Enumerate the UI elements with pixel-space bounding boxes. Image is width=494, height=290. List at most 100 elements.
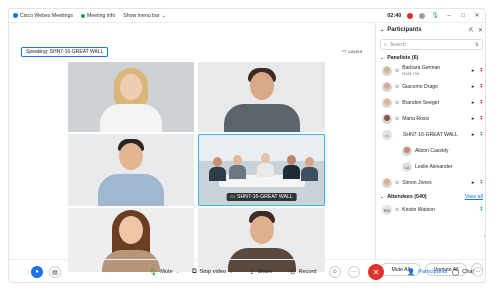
- video-tile[interactable]: [68, 62, 194, 132]
- chat-icon: ◯: [452, 269, 460, 276]
- device-icon: ▭: [230, 194, 236, 200]
- device-avatar-icon: ▭: [382, 130, 392, 140]
- chat-button[interactable]: ◯ Chat: [452, 266, 474, 278]
- room-person-1: [213, 157, 222, 167]
- webex-window: Cisco Webex Meetings Meeting info Show m…: [8, 8, 486, 283]
- meeting-controls-bar: ● ▤ 🎙 Mute ⌄ ⧉ Stop video ⌄ ⇪ Share ⊙ Re…: [9, 259, 485, 282]
- camera-icon: ▸: [471, 100, 475, 106]
- mic-status-icon: 🎙: [431, 13, 439, 19]
- avatar: [382, 82, 392, 92]
- participant-body: [98, 174, 164, 206]
- search-icon: ⌕: [384, 41, 387, 48]
- info-icon: [80, 13, 85, 18]
- video-tile-active-speaker[interactable]: ▭ SHN7-16-GREAT WALL: [198, 134, 325, 206]
- close-button[interactable]: ✕: [473, 12, 481, 19]
- mic-active-icon[interactable]: ǂ: [479, 207, 483, 213]
- minimize-button[interactable]: –: [445, 13, 453, 19]
- participant-face: [250, 216, 274, 244]
- participant-row[interactable]: ⊙ Barbara German Host, me ▸ ǂ: [376, 63, 485, 79]
- avatar: [382, 66, 392, 76]
- close-panel-icon[interactable]: ✕: [478, 27, 483, 34]
- layout-button[interactable]: ▭ Layout: [342, 48, 362, 54]
- avatar: [402, 146, 412, 156]
- chevron-down-icon[interactable]: ⌄: [229, 269, 233, 275]
- layout-label: Layout: [348, 48, 363, 54]
- mic-muted-icon[interactable]: ǂ: [479, 84, 483, 90]
- avatar: [382, 98, 392, 108]
- participants-panel-header: ⌄ Participants ⇱ ✕: [376, 23, 485, 37]
- record-button[interactable]: ⊙ Record: [290, 266, 317, 278]
- attendee-row[interactable]: KW ⊙ Kristin Watson ǂ: [376, 202, 485, 218]
- participants-panel: ⌄ Participants ⇱ ✕ ⌕ Search ⇅ ⌄ Panelist…: [375, 23, 485, 276]
- participant-name: Brandon Seeger: [402, 100, 440, 106]
- participant-face: [119, 216, 143, 244]
- participant-row[interactable]: ⊙ Simon Jones ▸ ǂ: [376, 175, 485, 191]
- end-meeting-button[interactable]: ✕: [368, 264, 384, 280]
- chevron-down-icon: ⌄: [380, 193, 385, 200]
- record-icon: ⊙: [290, 269, 296, 276]
- mic-active-icon[interactable]: ǂ: [479, 132, 483, 138]
- participant-name: Giacomo Drago: [402, 84, 438, 90]
- mute-button[interactable]: 🎙 Mute ⌄: [149, 266, 179, 278]
- sort-icon[interactable]: ⇅: [475, 42, 479, 48]
- scroll-down-icon[interactable]: ▾: [484, 233, 485, 238]
- camera-icon: ▸: [471, 180, 475, 186]
- participant-name: SHN7-16-GREAT WALL: [403, 132, 458, 138]
- popout-icon[interactable]: ⇱: [469, 27, 474, 34]
- view-all-link[interactable]: View all: [465, 194, 483, 200]
- more-panels-icon[interactable]: ···: [473, 267, 483, 277]
- chat-bubble-icon[interactable]: ▤: [49, 266, 61, 278]
- status-icon: ⊙: [395, 84, 400, 90]
- room-name-label: ▭ SHN7-16-GREAT WALL: [226, 193, 297, 201]
- chevron-down-icon: ⌄: [380, 54, 385, 61]
- participants-label: Participants: [418, 269, 448, 275]
- video-tile[interactable]: [198, 62, 325, 132]
- stop-video-button[interactable]: ⧉ Stop video ⌄: [192, 266, 233, 278]
- panel-title: Participants: [387, 27, 422, 33]
- collapse-chevron-icon[interactable]: ⌄: [380, 27, 384, 33]
- mic-muted-icon[interactable]: ǂ: [479, 116, 483, 122]
- participant-role: Host, me: [402, 71, 420, 76]
- show-menu-bar-label: Show menu bar: [123, 12, 160, 19]
- room-person-3: [261, 153, 270, 163]
- status-icon: ⊙: [395, 116, 400, 122]
- title-bar: Cisco Webex Meetings Meeting info Show m…: [9, 9, 485, 23]
- panelists-section-header[interactable]: ⌄ Panelists (6): [376, 52, 485, 63]
- room-person-5: [305, 157, 314, 167]
- participant-row[interactable]: ▭ SHN7-16-GREAT WALL ▸ ǂ: [376, 127, 485, 143]
- audio-connection-icon[interactable]: ●: [31, 266, 43, 278]
- room-member-row[interactable]: Alison Cassidy: [376, 143, 485, 159]
- show-menu-bar-button[interactable]: Show menu bar ⌄: [123, 13, 166, 19]
- meeting-info-button[interactable]: Meeting info: [80, 13, 115, 19]
- avatar: [382, 114, 392, 124]
- share-icon: ⇪: [249, 269, 255, 276]
- room-person-2-body: [229, 165, 246, 179]
- mic-muted-icon[interactable]: ǂ: [479, 68, 483, 74]
- participant-row[interactable]: ⊙ Giacomo Drago ▸ ǂ: [376, 79, 485, 95]
- participants-button[interactable]: 👤 Participants: [407, 266, 447, 278]
- room-person-3-body: [257, 163, 274, 177]
- chevron-down-icon[interactable]: ⌄: [176, 269, 180, 275]
- participant-row[interactable]: ⊙ Maria Rossi ▸ ǂ: [376, 111, 485, 127]
- room-member-row[interactable]: LA Leslie Alexander: [376, 159, 485, 175]
- participant-search-input[interactable]: ⌕ Search ⇅: [380, 39, 483, 50]
- mic-muted-icon[interactable]: ǂ: [479, 100, 483, 106]
- maximize-button[interactable]: □: [459, 13, 467, 19]
- webex-logo-icon: [13, 13, 18, 18]
- app-menu[interactable]: Cisco Webex Meetings: [13, 13, 73, 19]
- video-tile[interactable]: [68, 134, 194, 206]
- room-name-text: SHN7-16-GREAT WALL: [237, 194, 293, 200]
- network-indicator-icon: [419, 12, 426, 19]
- more-options-icon[interactable]: ···: [348, 266, 360, 278]
- reactions-icon[interactable]: ☺: [329, 266, 341, 278]
- status-icon: ⊙: [395, 68, 400, 74]
- participant-row[interactable]: ⊙ Brandon Seeger ▸ ǂ: [376, 95, 485, 111]
- attendees-section-header[interactable]: ⌄ Attendees (540) View all: [376, 191, 485, 202]
- status-icon: ⊙: [395, 207, 400, 213]
- participant-face: [250, 72, 274, 100]
- camera-icon: ▸: [471, 68, 475, 74]
- share-button[interactable]: ⇪ Share: [249, 266, 272, 278]
- mic-active-icon[interactable]: ǂ: [479, 180, 483, 186]
- record-label: Record: [298, 269, 317, 275]
- search-placeholder: Search: [389, 41, 406, 48]
